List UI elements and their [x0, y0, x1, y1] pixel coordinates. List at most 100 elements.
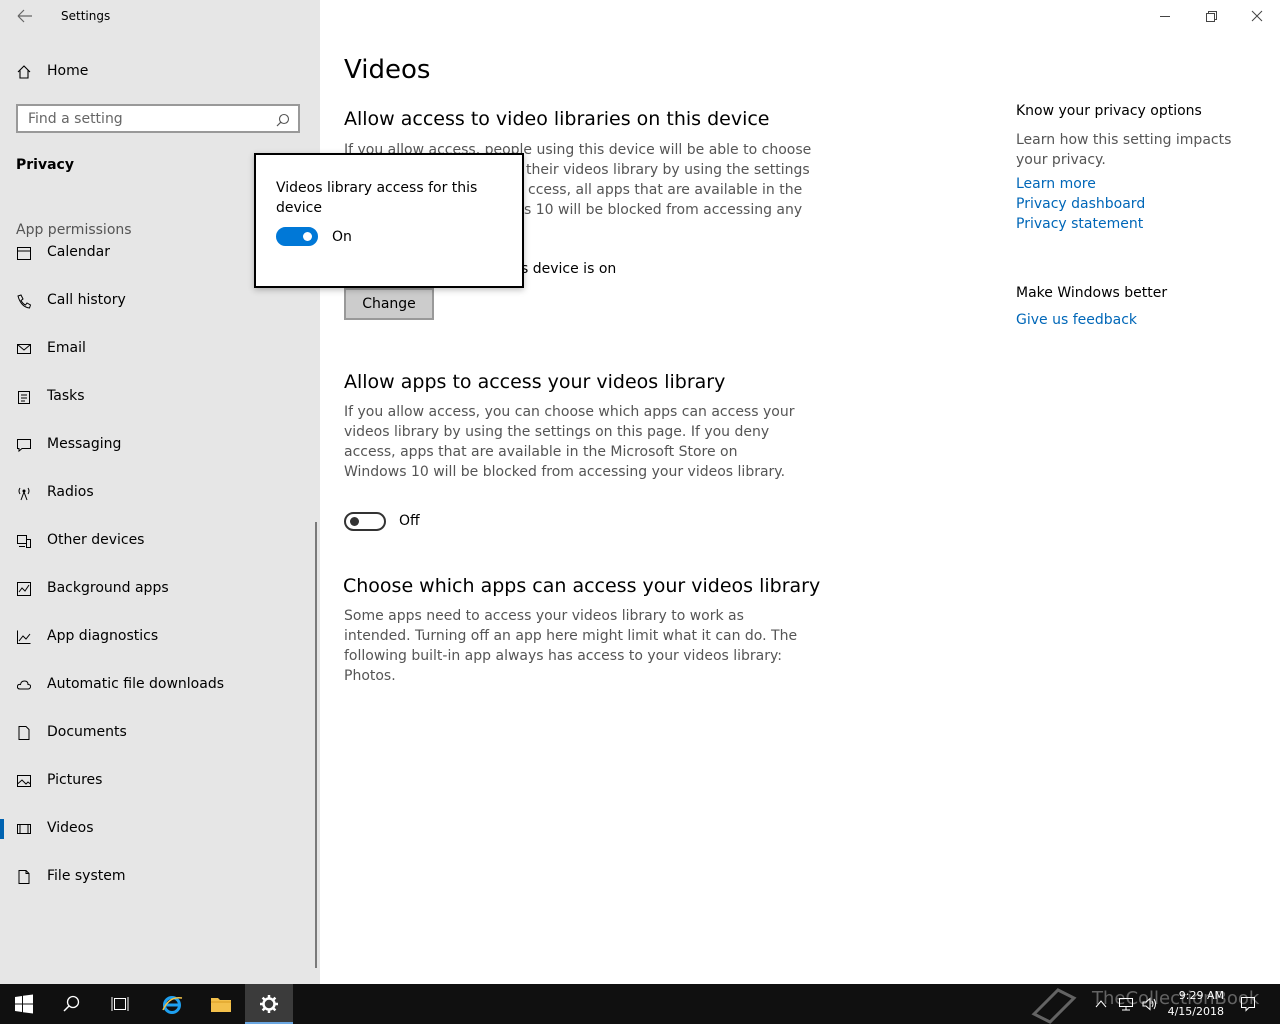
sidebar-item-messaging[interactable]: Messaging [0, 425, 300, 465]
sidebar-item-label: Call history [47, 292, 126, 308]
restore-button[interactable] [1203, 8, 1219, 24]
sidebar-item-pictures[interactable]: Pictures [0, 761, 300, 801]
device-access-status: s device is on [521, 261, 617, 277]
background-apps-icon [16, 581, 32, 597]
taskbar-clock[interactable]: 9:29 AM 4/15/2018 [1168, 988, 1224, 1020]
choose-apps-description: Some apps need to access your videos lib… [344, 608, 798, 684]
taskbar: TheCollectionBook 9:29 AM 4/15/2018 [0, 984, 1280, 1024]
privacy-statement-link[interactable]: Privacy statement [1016, 216, 1143, 232]
sidebar-scrollbar[interactable] [315, 522, 317, 968]
sidebar-item-label: Messaging [47, 436, 122, 452]
privacy-dashboard-link[interactable]: Privacy dashboard [1016, 196, 1145, 212]
sidebar-item-automatic-file-downloads[interactable]: Automatic file downloads [0, 665, 300, 705]
device-access-heading: Allow access to video libraries on this … [344, 108, 770, 130]
sidebar-item-tasks[interactable]: Tasks [0, 377, 300, 417]
action-center-button[interactable] [1240, 996, 1256, 1016]
search-box[interactable] [16, 104, 300, 133]
toggle-knob [303, 232, 312, 241]
chevron-up-icon [1095, 1000, 1107, 1008]
volume-icon[interactable] [1142, 996, 1158, 1015]
sidebar-item-file-system[interactable]: File system [0, 857, 300, 897]
clock-time: 9:29 AM [1178, 989, 1224, 1002]
sidebar-item-label: Other devices [47, 532, 145, 548]
sidebar-item-label: Pictures [47, 772, 103, 788]
app-diagnostics-icon [16, 629, 32, 645]
make-windows-better-heading: Make Windows better [1016, 285, 1168, 301]
search-icon[interactable] [276, 112, 290, 131]
search-taskbar-button[interactable] [48, 984, 96, 1024]
sidebar-item-label: Tasks [47, 388, 85, 404]
device-access-toggle[interactable] [276, 227, 318, 246]
sidebar-item-other-devices[interactable]: Other devices [0, 521, 300, 561]
cloud-icon [16, 677, 32, 693]
show-hidden-icons-button[interactable] [1094, 996, 1108, 1015]
back-arrow-icon [17, 9, 32, 23]
sidebar-item-documents[interactable]: Documents [0, 713, 300, 753]
windows-logo-icon [15, 994, 33, 1014]
app-permissions-heading: App permissions [16, 222, 132, 238]
sidebar-item-label: Email [47, 340, 86, 356]
tasks-icon [16, 389, 32, 405]
main-content: Videos Allow access to video libraries o… [320, 0, 1280, 984]
device-access-toggle-label: On [332, 229, 352, 245]
toggle-knob [350, 517, 359, 526]
home-icon [16, 64, 32, 84]
documents-icon [16, 725, 32, 741]
sidebar-item-radios[interactable]: Radios [0, 473, 300, 513]
sidebar-item-label: Background apps [47, 580, 169, 596]
radios-icon [16, 485, 32, 501]
sidebar-item-background-apps[interactable]: Background apps [0, 569, 300, 609]
search-input[interactable] [28, 111, 268, 127]
back-button[interactable] [14, 6, 36, 26]
gear-icon [260, 995, 278, 1013]
sidebar-item-label: Radios [47, 484, 94, 500]
start-button[interactable] [0, 984, 48, 1024]
sidebar-item-label: Calendar [47, 245, 110, 260]
sidebar-item-label: App diagnostics [47, 628, 159, 644]
sidebar-item-app-diagnostics[interactable]: App diagnostics [0, 617, 300, 657]
learn-more-link[interactable]: Learn more [1016, 176, 1096, 192]
messaging-icon [16, 437, 32, 453]
call-history-icon [16, 293, 32, 309]
file-explorer-button[interactable] [196, 984, 244, 1024]
sidebar: Settings Home Privacy App permissions Ca… [0, 0, 320, 984]
notification-icon [1241, 997, 1255, 1012]
choose-apps-heading: Choose which apps can access your videos… [343, 575, 821, 597]
minimize-icon [1160, 16, 1170, 17]
internet-explorer-button[interactable] [147, 984, 195, 1024]
privacy-section-title: Privacy [16, 157, 74, 173]
calendar-icon [16, 245, 32, 261]
sidebar-item-label: Automatic file downloads [47, 676, 225, 692]
sidebar-item-videos[interactable]: Videos [0, 809, 300, 849]
book-watermark-icon [1030, 984, 1080, 1028]
network-icon[interactable] [1118, 996, 1134, 1015]
app-access-toggle[interactable] [344, 512, 386, 531]
email-icon [16, 341, 32, 357]
sidebar-item-label: Documents [47, 724, 127, 740]
privacy-options-heading: Know your privacy options [1016, 103, 1202, 119]
folder-icon [211, 998, 231, 1012]
other-devices-icon [16, 533, 32, 549]
change-button[interactable]: Change [344, 288, 434, 320]
sidebar-item-label: File system [47, 868, 126, 884]
internet-explorer-icon [162, 996, 183, 1014]
app-access-toggle-label: Off [399, 513, 420, 529]
home-link[interactable]: Home [47, 63, 88, 79]
clock-date: 4/15/2018 [1167, 1005, 1224, 1018]
window-title: Settings [61, 9, 111, 23]
file-system-icon [16, 869, 32, 885]
sidebar-item-email[interactable]: Email [0, 329, 300, 369]
pictures-icon [16, 773, 32, 789]
settings-taskbar-button[interactable] [245, 984, 293, 1024]
close-button[interactable] [1249, 8, 1265, 24]
app-access-heading: Allow apps to access your videos library [344, 371, 726, 393]
flyout-title: Videos library access for this device [276, 180, 478, 216]
minimize-button[interactable] [1157, 8, 1173, 24]
videos-icon [16, 821, 32, 837]
give-feedback-link[interactable]: Give us feedback [1016, 312, 1137, 328]
app-access-description: If you allow access, you can choose whic… [344, 404, 795, 480]
task-view-button[interactable] [96, 984, 144, 1024]
privacy-options-description: Learn how this setting impacts your priv… [1016, 132, 1232, 168]
sidebar-item-label: Videos [47, 820, 94, 836]
task-view-icon [111, 997, 129, 1011]
